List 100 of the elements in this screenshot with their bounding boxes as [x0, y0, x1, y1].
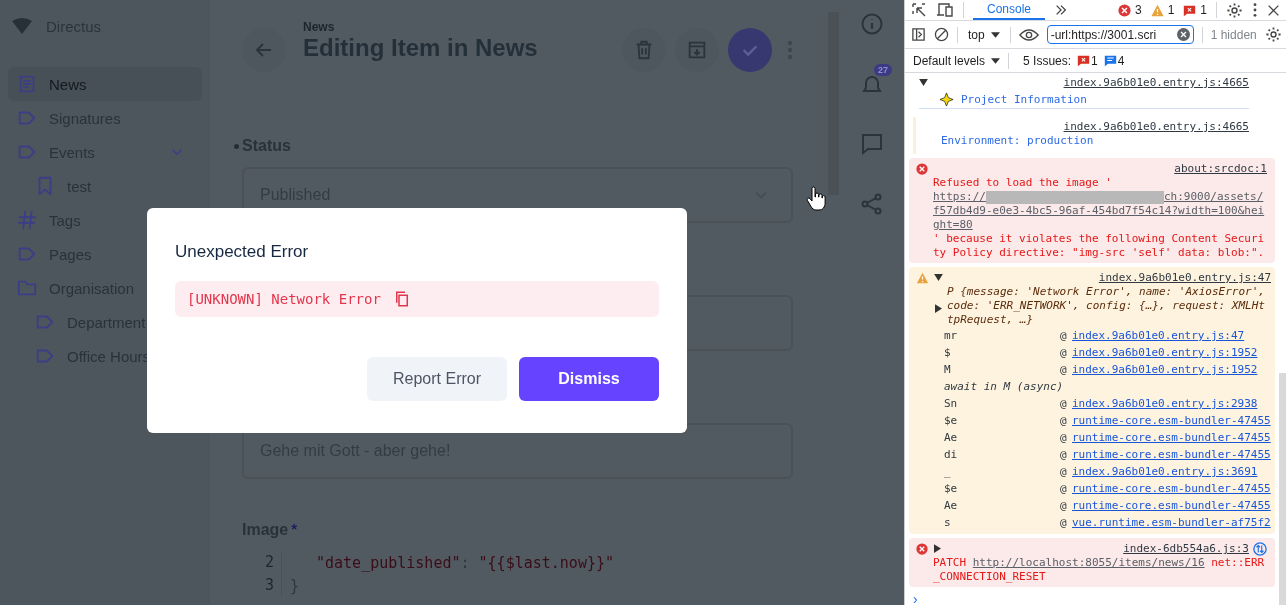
error-message: PATCH http://localhost:8055/items/news/16 net::ERR_CONNECTION_RESET — [933, 556, 1266, 584]
source-link[interactable]: index.9a6b01e0.entry.js:4665 — [1063, 120, 1249, 133]
at-sign: @ — [1060, 516, 1068, 529]
expand-triangle-icon[interactable] — [919, 79, 928, 86]
dropdown-icon — [991, 57, 1001, 64]
edited-dot — [234, 143, 239, 149]
expand-triangle-icon[interactable] — [934, 274, 943, 281]
at-sign: @ — [1060, 397, 1068, 410]
info-issue-icon — [1103, 54, 1117, 67]
function-name: Ae — [944, 431, 959, 444]
log-message: Environment: production — [941, 134, 1095, 149]
warning-count[interactable]: 1 — [1167, 3, 1175, 17]
error-count[interactable]: 3 — [1134, 3, 1142, 17]
dialog-title: Unexpected Error — [175, 241, 310, 263]
at-sign: @ — [1060, 431, 1068, 444]
network-icon[interactable] — [1253, 541, 1267, 556]
clear-icon[interactable] — [934, 27, 949, 42]
at-sign: @ — [1060, 448, 1068, 461]
eye-icon[interactable] — [1018, 27, 1039, 42]
function-name: $e — [944, 482, 959, 495]
async-note: await in M (async) — [944, 380, 1064, 393]
stack-link[interactable]: index.9a6b01e0.entry.js:1952 — [1072, 346, 1258, 359]
required-mark: * — [291, 520, 298, 537]
logo-icon — [11, 17, 33, 35]
device-icon[interactable] — [936, 2, 954, 18]
issue-icon — [1077, 54, 1091, 67]
warning-icon — [916, 272, 929, 284]
url-link[interactable]: https:// ch:9000/assets/f57db4d9-e0e3-4bc5-96af-454bd7f54c14?width=100&height=80 — [933, 190, 1267, 232]
source-link[interactable]: index.9a6b01e0.entry.js:4665 — [1063, 76, 1249, 89]
filter-field[interactable]: -url:https://3001.scri — [1046, 25, 1194, 44]
context-dropdown[interactable]: top — [966, 27, 1002, 42]
group-title: Project Information — [961, 92, 1087, 106]
code-text: } — [289, 576, 300, 595]
stack-link[interactable]: runtime-core.esm-bundler-47455 — [1072, 431, 1271, 444]
at-sign: @ — [1060, 465, 1068, 478]
sidebar-toggle-icon[interactable] — [911, 27, 926, 42]
source-link[interactable]: index.9a6b01e0.entry.js:47 — [1098, 271, 1271, 284]
warning-icon — [1150, 3, 1164, 17]
close-icon[interactable] — [1267, 3, 1280, 17]
error-object: P {message: 'Network Error', name: 'AxiosError', code: 'ERR_NETWORK', config: {…}, request: XMLHttpRequest, …} — [947, 285, 1266, 327]
dismiss-button[interactable]: Dismiss — [519, 357, 659, 401]
source-link[interactable]: about:srcdoc:1 — [1174, 162, 1267, 175]
issues-label[interactable]: 5 Issues: — [1023, 53, 1072, 68]
at-sign: @ — [1060, 499, 1068, 512]
issue-count[interactable]: 4 — [1117, 53, 1125, 68]
issue-count[interactable]: 1 — [1091, 53, 1098, 68]
error-message: Refused to load the image ' https:// ch:9000/assets/f57db4d9-e0e3-4bc5-96af-454bd7f54c14?width=100&height=80 ' because it violates the following Content Security Policy directive: "img-src 'self' data: blob:". — [933, 176, 1267, 260]
at-sign: @ — [1060, 329, 1068, 342]
function-name: di — [944, 448, 959, 461]
more-icon[interactable] — [1252, 2, 1258, 18]
more-tabs-icon[interactable] — [1054, 3, 1069, 17]
error-text: [UNKNOWN] Network Error — [187, 291, 381, 307]
error-icon — [916, 543, 928, 555]
console-tab[interactable]: Console — [973, 0, 1046, 20]
code-key: "date_published" — [316, 553, 461, 572]
stack-link[interactable]: runtime-core.esm-bundler-47455 — [1072, 499, 1271, 512]
notifications-button[interactable]: 27 — [852, 64, 892, 104]
hidden-count: 1 hidden — [1210, 27, 1257, 42]
archive-icon — [686, 39, 708, 61]
stack-link[interactable]: index.9a6b01e0.entry.js:1952 — [1072, 363, 1258, 376]
stack-link[interactable]: vue.runtime.esm-bundler-af75f2 — [1072, 516, 1271, 529]
source-link[interactable]: index-6db554a6.js:3 — [1123, 542, 1249, 555]
console-prompt[interactable]: › — [905, 591, 1279, 605]
function-name: _ — [944, 465, 952, 478]
issue-icon — [1183, 3, 1197, 17]
notification-badge: 27 — [874, 64, 892, 76]
function-name: M — [944, 363, 952, 376]
at-sign: @ — [1060, 482, 1068, 495]
hash-icon — [16, 209, 38, 231]
stack-link[interactable]: index.9a6b01e0.entry.js:2938 — [1072, 397, 1258, 410]
report-button[interactable]: Report Error — [367, 357, 507, 401]
stack-link[interactable]: runtime-core.esm-bundler-47455 — [1072, 414, 1271, 427]
hand-cursor-icon — [806, 186, 826, 212]
info-icon — [860, 12, 884, 36]
function-name: Sn — [944, 397, 959, 410]
issue-count[interactable]: 1 — [1200, 3, 1207, 17]
levels-dropdown[interactable]: Default levels — [911, 53, 1003, 68]
inspect-icon[interactable] — [911, 2, 927, 18]
code-string: "{{$last.now}}" — [478, 553, 615, 572]
at-sign: @ — [1060, 363, 1068, 376]
share-icon — [860, 192, 884, 216]
error-icon — [1117, 3, 1131, 17]
function-name: mr — [944, 329, 959, 342]
expand-triangle-icon[interactable] — [934, 544, 941, 553]
comment-icon — [860, 132, 884, 156]
code-colon: : — [460, 553, 470, 572]
stack-link[interactable]: runtime-core.esm-bundler-47455 — [1072, 448, 1271, 461]
function-name: s — [944, 516, 952, 529]
sparkle-icon — [939, 91, 954, 107]
function-name: $ — [944, 346, 952, 359]
stack-link[interactable]: index.9a6b01e0.entry.js:3691 — [1072, 465, 1258, 478]
dropdown-icon — [990, 31, 1000, 38]
stack-link[interactable]: index.9a6b01e0.entry.js:47 — [1072, 329, 1245, 342]
expand-triangle-icon[interactable] — [935, 304, 942, 313]
clear-filter-icon[interactable] — [1176, 28, 1190, 41]
at-sign: @ — [1060, 346, 1068, 359]
stack-link[interactable]: runtime-core.esm-bundler-47455 — [1072, 482, 1271, 495]
url-link[interactable]: http://localhost:8055/items/news/16 — [972, 556, 1205, 569]
error-icon — [916, 163, 928, 175]
at-sign: @ — [1060, 414, 1068, 427]
